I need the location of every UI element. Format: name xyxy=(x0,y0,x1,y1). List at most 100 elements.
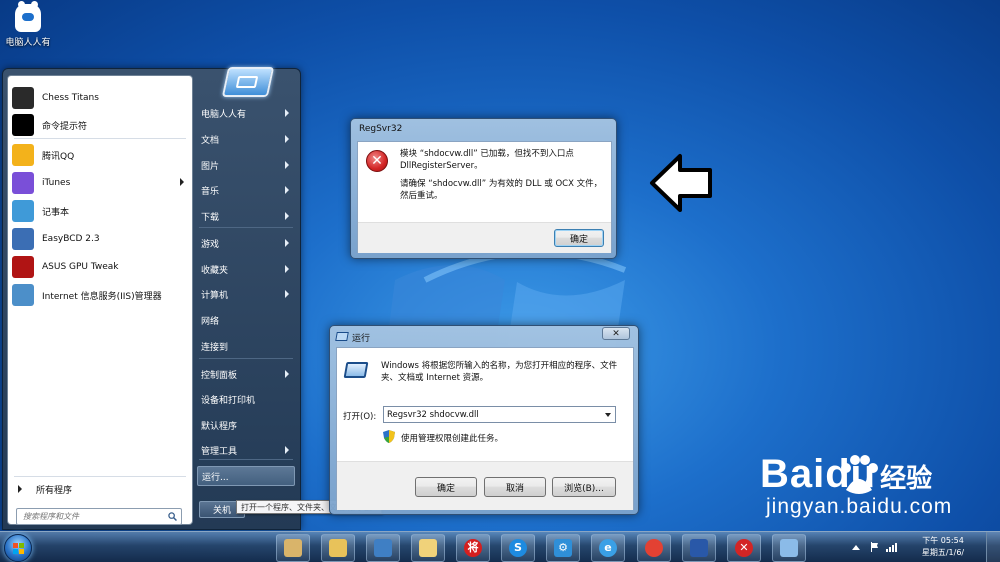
taskbar-button[interactable]: e xyxy=(591,534,625,562)
start-menu-link[interactable]: 图片 xyxy=(197,155,295,175)
taskbar-button[interactable]: S xyxy=(501,534,535,562)
taskbar-button[interactable] xyxy=(637,534,671,562)
user-picture[interactable] xyxy=(221,67,275,97)
program-item[interactable]: Chess Titans xyxy=(8,85,192,111)
start-menu-link[interactable]: 文档 xyxy=(197,129,295,149)
program-item[interactable]: Internet 信息服务(IIS)管理器 xyxy=(8,282,192,308)
taskbar-button[interactable] xyxy=(321,534,355,562)
start-menu-link-label: 图片 xyxy=(201,161,220,172)
start-menu-link-label: 连接到 xyxy=(201,342,229,353)
submenu-arrow-icon xyxy=(285,290,289,298)
chrome-icon xyxy=(645,539,663,557)
start-menu-link[interactable]: 连接到 xyxy=(197,336,295,356)
submenu-arrow-icon xyxy=(285,186,289,194)
taskbar-button[interactable] xyxy=(276,534,310,562)
all-programs-label: 所有程序 xyxy=(36,485,73,496)
start-menu-link-label: 默认程序 xyxy=(201,421,238,432)
close-button[interactable]: ✕ xyxy=(602,327,630,340)
program-item[interactable]: iTunes xyxy=(8,170,192,196)
program-label: EasyBCD 2.3 xyxy=(42,234,100,244)
submenu-arrow-icon xyxy=(285,239,289,247)
taskbar-button[interactable]: ✕ xyxy=(727,534,761,562)
show-hidden-icons[interactable] xyxy=(852,545,860,550)
browse-button[interactable]: 浏览(B)... xyxy=(552,477,616,497)
start-menu-link[interactable]: 下载 xyxy=(197,206,295,226)
admin-note: 使用管理权限创建此任务。 xyxy=(401,434,504,444)
start-button[interactable] xyxy=(4,534,32,562)
taskbar-button[interactable]: 将 xyxy=(456,534,490,562)
dialog-footer: 确定 xyxy=(358,222,611,253)
start-menu-link-label: 文档 xyxy=(201,135,220,146)
taskbar-button[interactable] xyxy=(366,534,400,562)
program-item[interactable]: EasyBCD 2.3 xyxy=(8,226,192,252)
program-item[interactable]: 命令提示符 xyxy=(8,112,192,138)
chess-icon xyxy=(12,87,34,109)
taskbar-button[interactable] xyxy=(411,534,445,562)
show-desktop-button[interactable] xyxy=(986,532,1000,562)
watermark-bai: Bai xyxy=(760,452,826,496)
program-label: 腾讯QQ xyxy=(42,151,75,162)
folder-icon xyxy=(419,539,437,557)
submenu-arrow-icon xyxy=(285,109,289,117)
start-menu-link-label: 控制面板 xyxy=(201,370,238,381)
dialog-footer: 确定 取消 浏览(B)... xyxy=(337,461,633,510)
paint-icon xyxy=(284,539,302,557)
program-item[interactable]: 腾讯QQ xyxy=(8,142,192,168)
start-menu-link[interactable]: 运行... xyxy=(197,466,295,486)
itunes-icon xyxy=(12,172,34,194)
taskbar-button[interactable] xyxy=(682,534,716,562)
ok-button[interactable]: 确定 xyxy=(554,229,604,247)
cmd-icon xyxy=(12,114,34,136)
run-dialog: 运行 ✕ Windows 将根据您所输入的名称，为您打开相应的程序、文件夹、文档… xyxy=(329,325,639,515)
signal-icon[interactable] xyxy=(886,542,898,552)
submenu-arrow-icon xyxy=(285,370,289,378)
program-item[interactable]: ASUS GPU Tweak xyxy=(8,254,192,280)
submenu-arrow-icon xyxy=(285,265,289,273)
start-menu-link[interactable]: 电脑人人有 xyxy=(197,103,295,123)
start-menu-link[interactable]: 收藏夹 xyxy=(197,259,295,279)
cancel-button[interactable]: 取消 xyxy=(484,477,546,497)
submenu-arrow-icon xyxy=(285,161,289,169)
start-menu-link-label: 电脑人人有 xyxy=(201,109,247,120)
bear-icon xyxy=(15,1,41,32)
start-menu-link[interactable]: 游戏 xyxy=(197,233,295,253)
start-menu-link[interactable]: 计算机 xyxy=(197,284,295,304)
start-search-box[interactable] xyxy=(16,508,182,525)
start-menu-link[interactable]: 网络 xyxy=(197,310,295,330)
pointer-arrow xyxy=(650,154,712,212)
chevron-down-icon[interactable] xyxy=(605,413,611,417)
explorer-icon xyxy=(329,539,347,557)
dialog-body: ✕ 模块 “shdocvw.dll” 已加载，但找不到入口点 DllRegist… xyxy=(357,141,612,253)
open-input[interactable] xyxy=(384,409,596,420)
program-label: Internet 信息服务(IIS)管理器 xyxy=(42,291,162,302)
start-menu-link[interactable]: 设备和打印机 xyxy=(197,389,295,409)
search-icon[interactable] xyxy=(168,512,177,521)
divider xyxy=(199,227,293,228)
submenu-arrow-icon xyxy=(180,178,184,186)
asus-icon xyxy=(12,256,34,278)
start-menu-link[interactable]: 默认程序 xyxy=(197,415,295,435)
desktop-icon[interactable]: 电脑人人有 xyxy=(2,1,54,48)
ok-button[interactable]: 确定 xyxy=(415,477,477,497)
search-input[interactable] xyxy=(23,512,159,521)
all-programs[interactable]: 所有程序 xyxy=(8,480,192,498)
run-title-icon xyxy=(335,332,349,341)
taskbar-button[interactable] xyxy=(772,534,806,562)
taskbar: 将 S ⚙ e ✕ xyxy=(0,531,1000,562)
open-combobox[interactable] xyxy=(383,406,616,423)
program-label: 记事本 xyxy=(42,207,70,218)
start-menu-link-label: 网络 xyxy=(201,316,220,327)
flag-icon[interactable] xyxy=(870,542,879,552)
program-item[interactable]: 记事本 xyxy=(8,198,192,224)
submenu-arrow-icon xyxy=(285,135,289,143)
taskbar-clock[interactable]: 下午 05:54 星期五/1/6/ xyxy=(918,535,968,559)
watermark-cn: 经验 xyxy=(880,464,933,494)
program-label: ASUS GPU Tweak xyxy=(42,262,119,272)
taskbar-button[interactable]: ⚙ xyxy=(546,534,580,562)
program-label: Chess Titans xyxy=(42,93,99,103)
start-menu-link[interactable]: 管理工具 xyxy=(197,440,295,460)
program-label: iTunes xyxy=(42,178,71,188)
sogou-icon: S xyxy=(509,539,527,557)
start-menu-link[interactable]: 音乐 xyxy=(197,180,295,200)
start-menu-link[interactable]: 控制面板 xyxy=(197,364,295,384)
